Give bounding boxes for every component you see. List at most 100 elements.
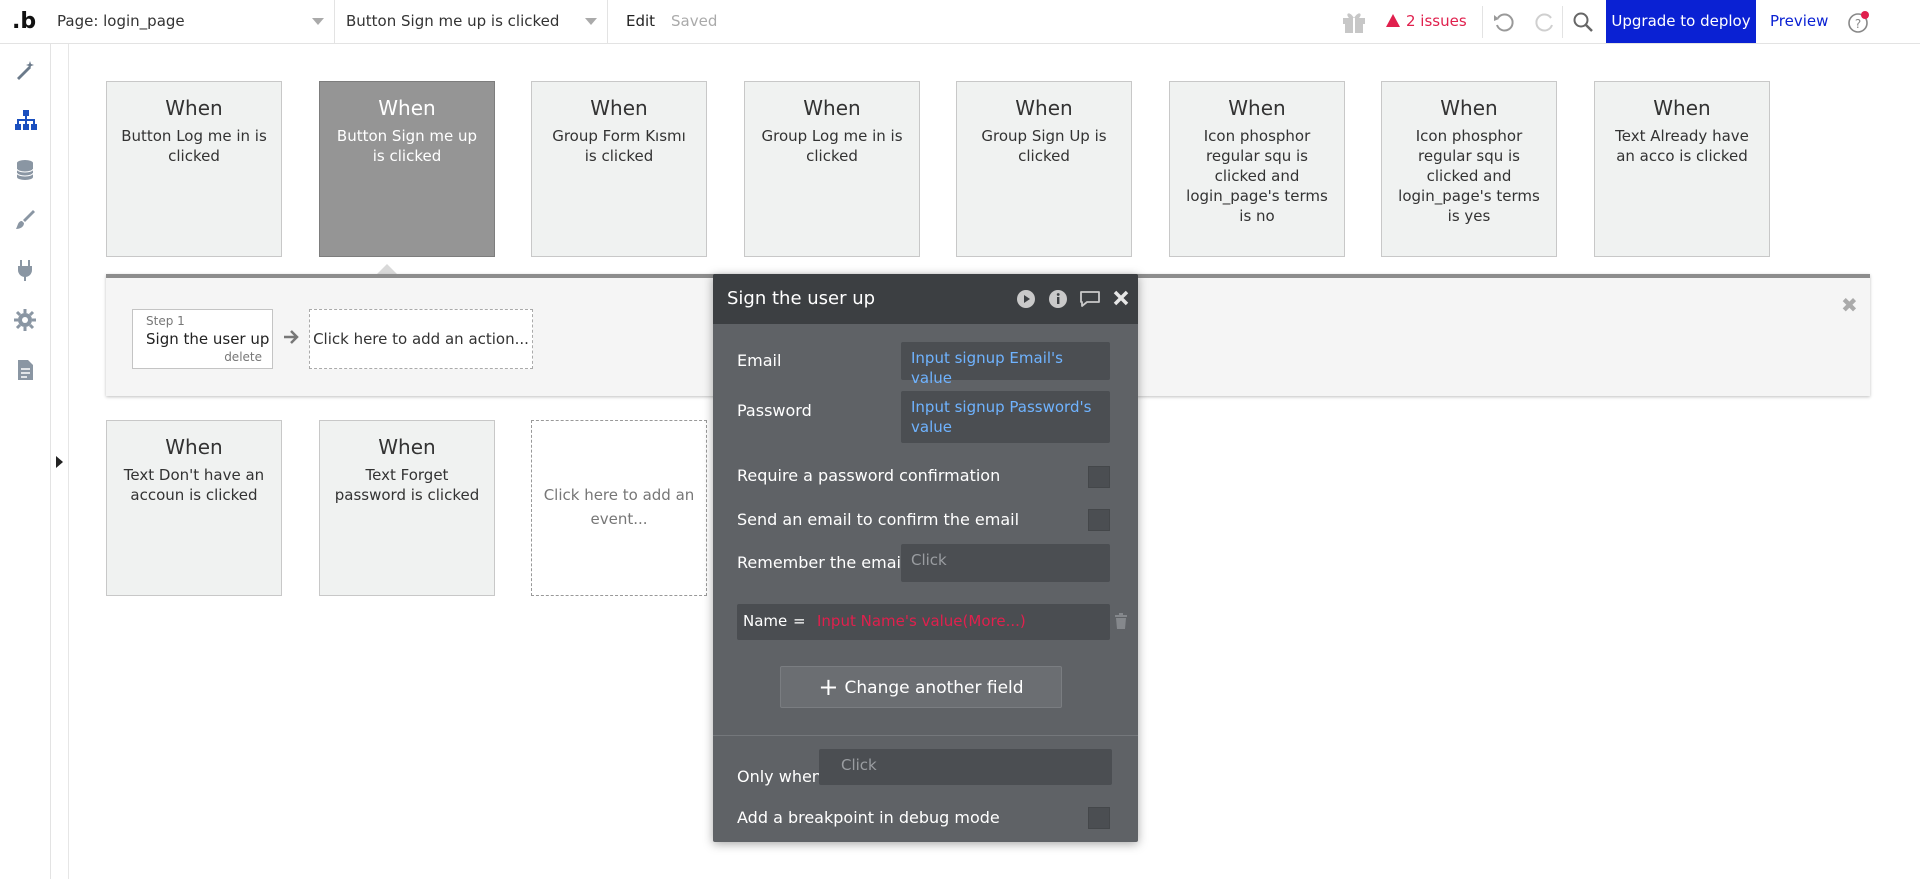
field-assignment-row[interactable]: Name = Input Name's value(More...)	[737, 604, 1110, 640]
divider	[713, 735, 1138, 736]
step-delete-link[interactable]: delete	[224, 350, 262, 364]
event-description: Text Already have an acco is clicked	[1615, 127, 1749, 165]
action-step[interactable]: Step 1 Sign the user up delete	[132, 309, 273, 369]
field-name: Name	[743, 612, 788, 630]
change-another-field-button[interactable]: + Change another field	[780, 666, 1062, 708]
left-sidebar	[0, 44, 51, 879]
event-card[interactable]: When Group Sign Up is clicked	[956, 81, 1132, 257]
equals-sign: =	[793, 612, 806, 630]
step-name: Sign the user up	[146, 330, 270, 348]
event-card[interactable]: When Text Don't have an accoun is clicke…	[106, 420, 282, 596]
issues-count: 2 issues	[1406, 12, 1467, 30]
breakpoint-checkbox[interactable]	[1088, 807, 1110, 829]
data-icon[interactable]	[13, 158, 37, 182]
change-another-field-label: Change another field	[844, 678, 1024, 698]
saved-status: Saved	[671, 12, 718, 30]
search-icon[interactable]	[1572, 11, 1594, 37]
event-card-selected[interactable]: When Button Sign me up is clicked	[319, 81, 495, 257]
action-editor-panel: Sign the user up Email Input signup Emai…	[713, 274, 1138, 842]
divider	[1482, 6, 1483, 38]
top-toolbar: .b Page: login_page Button Sign me up is…	[0, 0, 1920, 44]
divider	[1562, 6, 1563, 38]
event-description: Button Sign me up is clicked	[336, 127, 478, 165]
bubble-logo[interactable]: .b	[12, 8, 40, 36]
event-description: Icon phosphor regular squ is clicked and…	[1398, 127, 1540, 225]
workflow-select[interactable]: Button Sign me up is clicked	[334, 0, 608, 43]
info-icon[interactable]	[1048, 289, 1068, 313]
play-icon[interactable]	[1016, 289, 1036, 313]
help-icon[interactable]: ?	[1846, 10, 1870, 38]
edit-menu[interactable]: Edit	[626, 0, 655, 43]
password-label: Password	[737, 401, 812, 420]
comment-icon[interactable]	[1078, 289, 1102, 313]
event-when: When	[165, 435, 223, 459]
redo-icon[interactable]	[1533, 10, 1557, 38]
event-card[interactable]: When Icon phosphor regular squ is clicke…	[1381, 81, 1557, 257]
expand-arrow-icon[interactable]	[56, 456, 63, 468]
add-event-button[interactable]: Click here to add an event...	[531, 420, 707, 596]
close-icon[interactable]: ✖	[1841, 293, 1858, 317]
event-description: Group Log me in is clicked	[761, 127, 903, 165]
plugins-icon[interactable]	[13, 258, 37, 282]
event-when: When	[1440, 96, 1498, 120]
upgrade-to-deploy-button[interactable]: Upgrade to deploy	[1606, 0, 1756, 43]
close-icon[interactable]	[1111, 288, 1131, 312]
event-description: Button Log me in is clicked	[121, 127, 267, 165]
styles-icon[interactable]	[13, 208, 37, 232]
event-description: Text Forget password is clicked	[334, 466, 480, 504]
event-when: When	[1015, 96, 1073, 120]
event-when: When	[378, 96, 436, 120]
chevron-down-icon	[312, 18, 324, 25]
event-when: When	[590, 96, 648, 120]
step-number: Step 1	[146, 314, 185, 328]
editor-header: Sign the user up	[713, 274, 1138, 324]
chevron-down-icon	[585, 18, 597, 25]
remember-email-label: Remember the email	[737, 553, 906, 572]
trash-icon[interactable]	[1113, 612, 1129, 634]
only-when-label: Only when	[737, 767, 822, 786]
selected-event-pointer	[377, 264, 397, 274]
require-confirmation-checkbox[interactable]	[1088, 466, 1110, 488]
settings-icon[interactable]	[13, 308, 37, 332]
issues-indicator[interactable]: 2 issues	[1386, 0, 1467, 43]
event-when: When	[1653, 96, 1711, 120]
page-select-label: Page: login_page	[57, 12, 185, 30]
event-card[interactable]: When Text Already have an acco is clicke…	[1594, 81, 1770, 257]
design-icon[interactable]	[13, 58, 37, 82]
only-when-field[interactable]: Click	[819, 749, 1112, 785]
send-confirm-email-label: Send an email to confirm the email	[737, 510, 1020, 529]
event-card[interactable]: When Group Form Kısmı is clicked	[531, 81, 707, 257]
event-card[interactable]: When Group Log me in is clicked	[744, 81, 920, 257]
plus-icon: +	[818, 673, 839, 701]
page-select[interactable]: Page: login_page	[45, 0, 335, 43]
add-action-button[interactable]: Click here to add an action...	[309, 309, 533, 369]
field-value-expression[interactable]: Input Name's value(More...)	[817, 604, 1026, 638]
gift-icon[interactable]	[1341, 10, 1367, 38]
breakpoint-label: Add a breakpoint in debug mode	[737, 808, 1000, 827]
logs-icon[interactable]	[13, 358, 37, 382]
workflow-select-label: Button Sign me up is clicked	[346, 12, 560, 30]
preview-button[interactable]: Preview	[1770, 0, 1828, 43]
event-description: Text Don't have an accoun is clicked	[123, 466, 265, 504]
email-field[interactable]: Input signup Email's value	[901, 342, 1110, 387]
event-card[interactable]: When Text Forget password is clicked	[319, 420, 495, 596]
email-label: Email	[737, 351, 782, 370]
password-field[interactable]: Input signup Password's value	[901, 391, 1110, 443]
event-card[interactable]: When Icon phosphor regular squ is clicke…	[1169, 81, 1345, 257]
event-description: Icon phosphor regular squ is clicked and…	[1186, 127, 1328, 225]
event-when: When	[378, 435, 436, 459]
arrow-right-icon	[282, 328, 300, 350]
warning-icon	[1386, 14, 1400, 27]
event-when: When	[803, 96, 861, 120]
editor-title: Sign the user up	[727, 288, 876, 309]
remember-email-field[interactable]: Click	[901, 544, 1110, 582]
undo-icon[interactable]	[1492, 10, 1516, 38]
svg-text:?: ?	[1855, 17, 1861, 31]
require-confirmation-label: Require a password confirmation	[737, 466, 1001, 485]
canvas-edge	[68, 44, 69, 879]
event-card[interactable]: When Button Log me in is clicked	[106, 81, 282, 257]
event-when: When	[165, 96, 223, 120]
send-confirm-email-checkbox[interactable]	[1088, 509, 1110, 531]
workflow-icon[interactable]	[13, 108, 37, 132]
event-description: Group Sign Up is clicked	[981, 127, 1107, 165]
